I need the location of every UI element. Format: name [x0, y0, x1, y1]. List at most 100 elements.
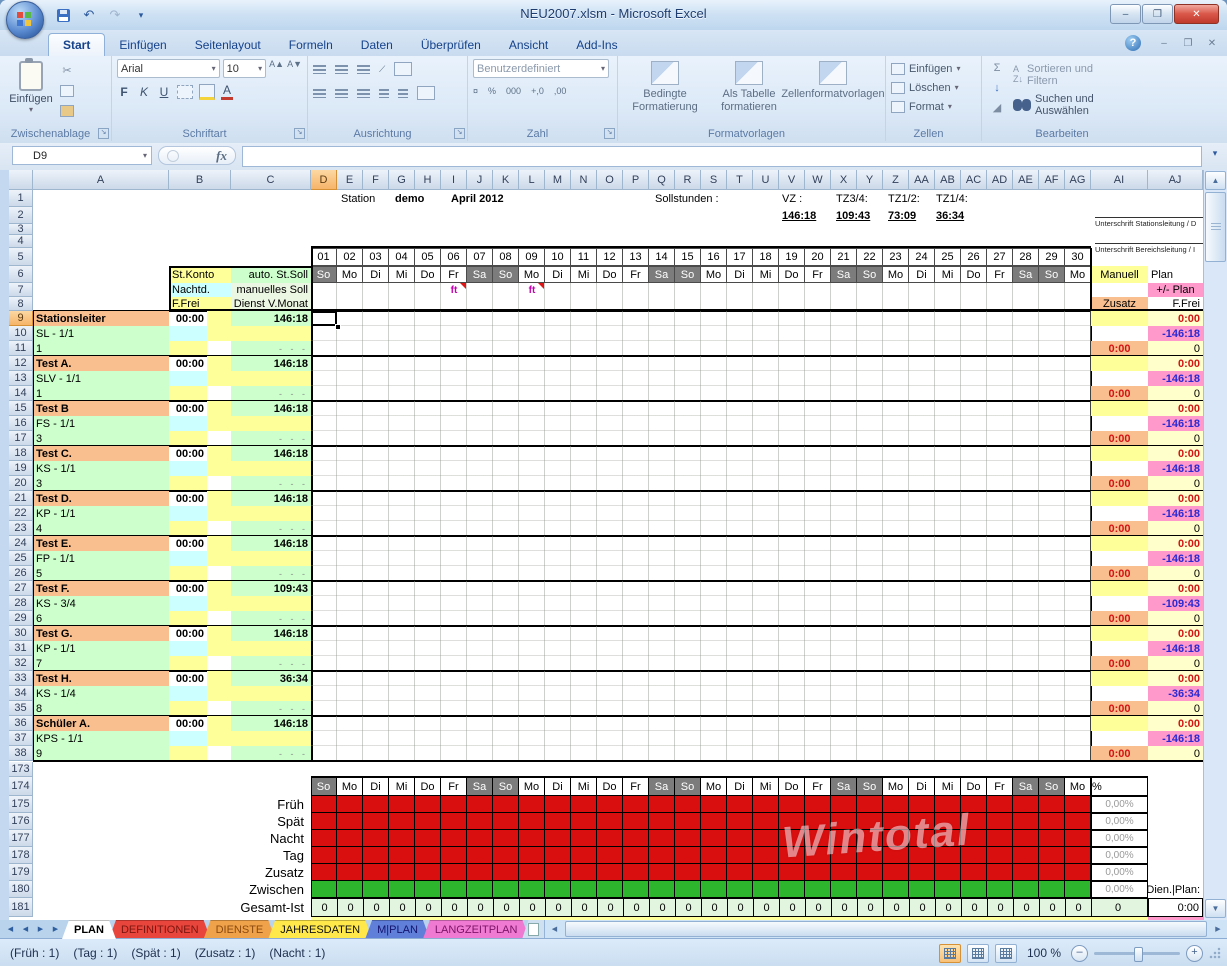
fill-color-button[interactable]	[199, 84, 215, 100]
decrease-indent-button[interactable]	[379, 89, 389, 98]
summary-pct-cell[interactable]: 0,00%	[1091, 813, 1148, 830]
soll-item-label[interactable]: TZ1/2:	[885, 190, 935, 207]
cell[interactable]	[169, 461, 207, 476]
summary-day-name-cell[interactable]: Di	[727, 777, 753, 796]
employee-zusatz-cell[interactable]: 0:00	[1091, 341, 1148, 356]
day-name-cell[interactable]: Mo	[337, 266, 363, 283]
row-header-1[interactable]: 1	[9, 190, 33, 207]
summary-value-cell[interactable]: 0	[909, 898, 936, 917]
column-header-I[interactable]: I	[441, 170, 467, 190]
summary-value-cell[interactable]: 0	[337, 898, 364, 917]
accounting-format-button[interactable]: ¤	[473, 86, 478, 96]
next-sheet-button[interactable]: ▶	[34, 923, 47, 936]
summary-day-name-cell[interactable]: Do	[415, 777, 441, 796]
soll-item-label[interactable]: TZ1/4:	[933, 190, 983, 207]
summary-day-name-cell[interactable]: Mo	[337, 777, 363, 796]
sort-filter-button[interactable]: AZ↓ Sortieren und Filtern	[1013, 63, 1107, 87]
summary-day-name-cell[interactable]: So	[857, 777, 883, 796]
employee-zusatz-cell[interactable]: 0:00	[1091, 521, 1148, 536]
employee-name-cell[interactable]: Test A.	[33, 356, 169, 371]
scroll-down-button[interactable]: ▼	[1205, 899, 1226, 918]
cell[interactable]	[207, 746, 231, 761]
restore-button[interactable]: ❐	[1142, 4, 1173, 24]
day-number-cell[interactable]: 18	[753, 248, 779, 266]
cell[interactable]	[207, 521, 231, 536]
scroll-up-button[interactable]: ▲	[1205, 171, 1226, 190]
summary-value-cell[interactable]: 0	[649, 898, 676, 917]
align-center-button[interactable]	[335, 89, 348, 98]
employee-nachtdienst-cell[interactable]: 00:00	[169, 581, 207, 596]
zoom-out-button[interactable]: –	[1071, 945, 1088, 962]
summary-value-cell[interactable]: 0	[831, 898, 858, 917]
schedule-cells[interactable]	[311, 401, 1091, 446]
align-middle-button[interactable]	[335, 65, 348, 74]
day-name-cell[interactable]: Mi	[389, 266, 415, 283]
cell[interactable]	[207, 461, 231, 476]
cut-button[interactable]: ✂	[57, 62, 77, 79]
employee-plan-cell[interactable]: 0:00	[1148, 716, 1203, 731]
cell[interactable]	[207, 341, 231, 356]
cell[interactable]	[169, 521, 207, 536]
day-name-cell[interactable]: Sa	[831, 266, 857, 283]
employee-name-cell[interactable]: Test E.	[33, 536, 169, 551]
summary-value-cell[interactable]: 0	[1039, 898, 1066, 917]
column-header-X[interactable]: X	[831, 170, 857, 190]
employee-soll-cell[interactable]: 146:18	[231, 716, 311, 731]
horizontal-scrollbar[interactable]: ◀ ▶	[544, 920, 1227, 938]
cell[interactable]	[169, 596, 207, 611]
cell[interactable]	[207, 626, 231, 641]
row-header-20[interactable]: 20	[9, 476, 33, 491]
minimize-button[interactable]: –	[1110, 4, 1141, 24]
day-number-cell[interactable]: 11	[571, 248, 597, 266]
cell[interactable]	[1091, 716, 1148, 731]
day-name-cell[interactable]: Do	[415, 266, 441, 283]
fill-button[interactable]: ↓	[987, 79, 1007, 96]
employee-number-cell[interactable]: 1	[33, 386, 169, 401]
employee-plan-diff-cell[interactable]: -146:18	[1148, 461, 1203, 476]
cell[interactable]	[207, 491, 231, 506]
employee-number-cell[interactable]: 4	[33, 521, 169, 536]
column-header-AI[interactable]: AI	[1091, 170, 1148, 190]
day-name-cell[interactable]: Mi	[571, 266, 597, 283]
grow-font-button[interactable]: A▲	[269, 59, 284, 78]
employee-plan-diff-cell[interactable]: -109:43	[1148, 596, 1203, 611]
cell[interactable]	[169, 686, 207, 701]
format-cells-button[interactable]: Format▾	[891, 97, 976, 116]
shrink-font-button[interactable]: A▼	[287, 59, 302, 78]
cell[interactable]	[231, 596, 311, 611]
schedule-cells[interactable]	[311, 581, 1091, 626]
summary-day-name-cell[interactable]: Fr	[623, 777, 649, 796]
cell[interactable]	[231, 506, 311, 521]
underline-button[interactable]: U	[157, 85, 171, 99]
employee-number-cell[interactable]: 1	[33, 341, 169, 356]
summary-value-cell[interactable]: 0	[441, 898, 468, 917]
day-name-cell[interactable]: Mo	[1065, 266, 1091, 283]
day-number-cell[interactable]: 03	[363, 248, 389, 266]
employee-code-cell[interactable]: KS - 1/1	[33, 461, 169, 476]
row-header-35[interactable]: 35	[9, 701, 33, 716]
day-number-cell[interactable]: 19	[779, 248, 805, 266]
first-sheet-button[interactable]: ◀	[4, 923, 17, 936]
delete-cells-button[interactable]: Löschen▾	[891, 78, 976, 97]
employee-soll-cell[interactable]: 109:43	[231, 581, 311, 596]
employee-plan-cell[interactable]: 0:00	[1148, 401, 1203, 416]
row-header-31[interactable]: 31	[9, 641, 33, 656]
cell[interactable]	[207, 611, 231, 626]
cell[interactable]	[231, 371, 311, 386]
employee-ffrei-cell[interactable]: 0	[1148, 701, 1203, 716]
clipboard-dialog-launcher[interactable]: ↘	[98, 128, 109, 139]
employee-number-cell[interactable]: 3	[33, 476, 169, 491]
summary-day-name-cell[interactable]: So	[493, 777, 519, 796]
cell[interactable]	[231, 326, 311, 341]
day-name-cell[interactable]: Do	[961, 266, 987, 283]
summary-value-cell[interactable]: 0	[701, 898, 728, 917]
summary-value-cell[interactable]: 0	[1065, 898, 1092, 917]
dien-plan-value[interactable]: 0:00	[1148, 898, 1203, 917]
cell[interactable]	[1091, 536, 1148, 551]
row-header-17[interactable]: 17	[9, 431, 33, 446]
column-header-P[interactable]: P	[623, 170, 649, 190]
cell[interactable]	[169, 431, 207, 446]
cell[interactable]	[1091, 416, 1148, 431]
row-header-29[interactable]: 29	[9, 611, 33, 626]
employee-name-cell[interactable]: Test H.	[33, 671, 169, 686]
